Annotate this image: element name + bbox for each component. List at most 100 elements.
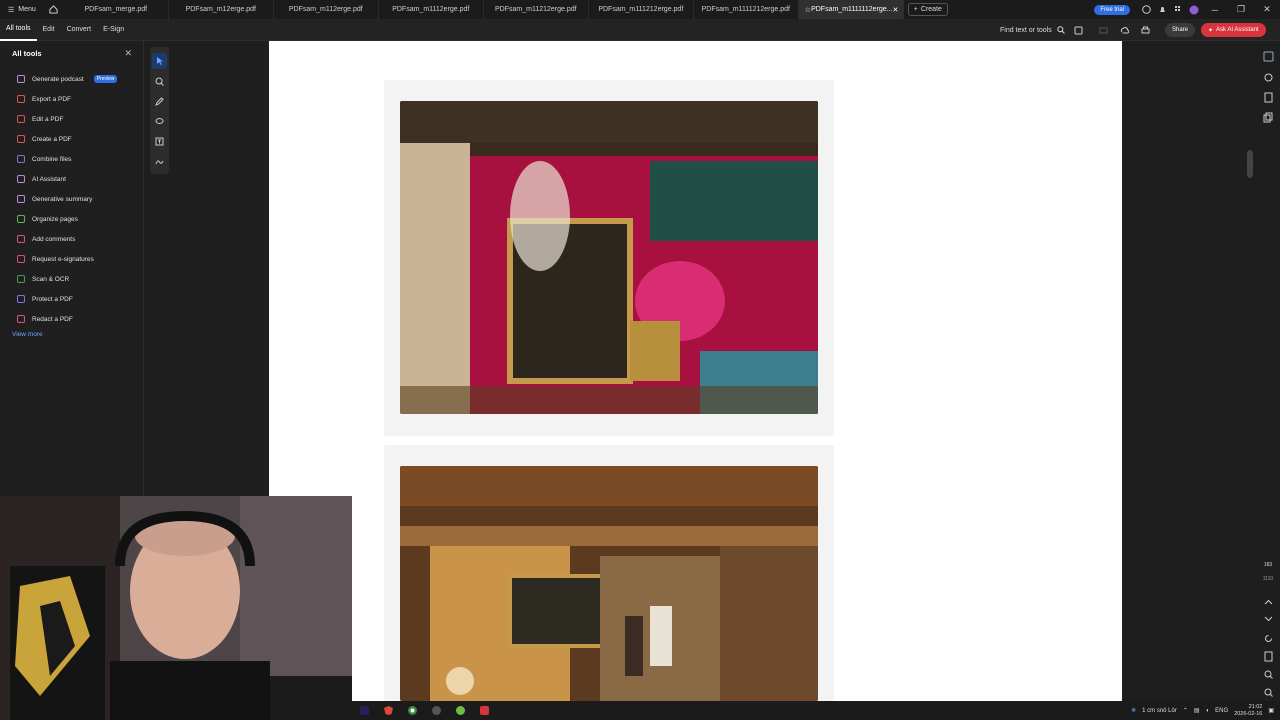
select-cursor-tool[interactable] <box>152 53 167 69</box>
tab-all-tools[interactable]: All tools <box>0 19 37 41</box>
find-text-or-tools[interactable]: Find text or tools <box>1000 19 1065 41</box>
sidebar-item[interactable]: Organize pages <box>0 209 143 229</box>
document-tab[interactable]: PDFsam_m12erge.pdf <box>169 0 274 19</box>
tab-edit[interactable]: Edit <box>37 19 61 41</box>
bell-icon[interactable] <box>1154 0 1170 19</box>
print-icon[interactable] <box>1136 19 1154 41</box>
disabled-icon <box>1094 19 1112 41</box>
create-pdf-icon <box>17 135 25 143</box>
sidebar-item[interactable]: Add comments <box>0 229 143 249</box>
document-tab[interactable]: PDFsam_m1111212erge.pdf <box>694 0 799 19</box>
comment-panel-icon[interactable] <box>1263 49 1274 62</box>
sidebar-item[interactable]: Create a PDF <box>0 129 143 149</box>
sidebar-item-label: Add comments <box>32 235 76 243</box>
create-tab-button[interactable]: + Create <box>907 3 948 16</box>
sidebar-item[interactable]: Scan & OCR <box>0 269 143 289</box>
lasso-tool[interactable] <box>152 113 167 129</box>
acrobat-taskbar-icon[interactable] <box>472 701 496 720</box>
apps-grid-icon[interactable] <box>1170 0 1186 19</box>
view-more-link[interactable]: View more <box>0 331 143 338</box>
sidebar-item[interactable]: Generative summary <box>0 189 143 209</box>
free-trial-button[interactable]: Free trial <box>1094 4 1130 15</box>
avatar[interactable] <box>1186 0 1202 19</box>
sidebar-item-label: Request e-signatures <box>32 255 94 263</box>
brave-taskbar-icon[interactable] <box>376 701 400 720</box>
network-icon[interactable]: ▤ <box>1194 707 1200 714</box>
page-down-icon[interactable] <box>1263 611 1274 622</box>
help-icon[interactable] <box>1138 0 1154 19</box>
sidebar-item-label: Combine files <box>32 155 72 163</box>
home-button[interactable] <box>44 0 64 19</box>
app-taskbar-icon[interactable] <box>448 701 472 720</box>
chevron-up-icon[interactable]: ⌃ <box>1183 707 1188 714</box>
sidebar-title: All tools <box>12 49 42 58</box>
document-tab-active[interactable]: ☆ PDFsam_m1111112erge... ✕ <box>798 0 904 19</box>
share-button[interactable]: Share <box>1165 23 1196 37</box>
volume-icon[interactable]: ◖ <box>1206 708 1210 714</box>
combine-files-icon <box>17 155 25 163</box>
edit-pdf-icon <box>17 115 25 123</box>
signature-icon <box>155 159 164 164</box>
ask-ai-assistant-button[interactable]: ✦ Ask AI Assistant <box>1201 23 1266 37</box>
notification-icon[interactable]: ▣ <box>1268 707 1274 714</box>
maximize-button[interactable]: ❐ <box>1228 0 1254 19</box>
sidebar-item[interactable]: Redact a PDF <box>0 309 143 329</box>
document-tab[interactable]: PDFsam_m112erge.pdf <box>274 0 379 19</box>
document-tab[interactable]: PDFsam_m11212erge.pdf <box>484 0 589 19</box>
sidebar-item[interactable]: Combine files <box>0 149 143 169</box>
zoom-tool[interactable] <box>152 73 167 89</box>
document-tab[interactable]: PDFsam_merge.pdf <box>64 0 169 19</box>
page-number-indicator[interactable]: 183 1110 <box>1261 562 1275 582</box>
protect-icon <box>17 295 25 303</box>
sign-tool[interactable] <box>152 153 167 169</box>
lasso-icon <box>155 117 164 124</box>
sidebar-item[interactable]: Protect a PDF <box>0 289 143 309</box>
upload-cloud-icon[interactable] <box>1115 19 1133 41</box>
tools-icon[interactable] <box>1069 19 1087 41</box>
tab-convert[interactable]: Convert <box>61 19 98 41</box>
premiere-taskbar-icon[interactable] <box>352 701 376 720</box>
photo-red-salon <box>400 101 818 414</box>
close-icon[interactable]: ✕ <box>124 48 132 59</box>
quick-tools-palette <box>150 47 169 174</box>
webcam-overlay <box>0 496 352 720</box>
chrome-taskbar-icon[interactable] <box>400 701 424 720</box>
document-tab[interactable]: PDFsam_m1112erge.pdf <box>379 0 484 19</box>
zoom-in-icon <box>155 77 164 86</box>
tab-esign[interactable]: E-Sign <box>97 19 130 41</box>
copy-panel-icon[interactable] <box>1263 110 1274 123</box>
page-up-icon[interactable] <box>1263 595 1274 606</box>
lang-indicator[interactable]: ENG <box>1215 708 1228 714</box>
close-window-button[interactable]: ✕ <box>1254 0 1280 19</box>
organize-pages-icon <box>17 215 25 223</box>
plus-icon: + <box>913 6 918 13</box>
menu-button[interactable]: ☰ Menu <box>0 0 44 19</box>
zoom-out-icon[interactable] <box>1263 685 1274 697</box>
comment-icon <box>17 235 25 243</box>
obs-taskbar-icon[interactable] <box>424 701 448 720</box>
document-tab[interactable]: PDFsam_m111212erge.pdf <box>589 0 694 19</box>
close-tab-icon[interactable]: ✕ <box>893 6 899 14</box>
clock[interactable]: 21:02 2026-02-16 <box>1234 704 1262 718</box>
scan-icon <box>17 275 25 283</box>
minimize-button[interactable]: ─ <box>1202 0 1228 19</box>
draw-tool[interactable] <box>152 93 167 109</box>
settings-panel-icon[interactable] <box>1263 70 1274 82</box>
zoom-in-icon[interactable] <box>1263 667 1274 679</box>
sidebar-item[interactable]: Export a PDF <box>0 89 143 109</box>
photo-gilded-hall-image <box>400 466 818 701</box>
main-toolbar: All tools Edit Convert E-Sign Find text … <box>0 19 1280 41</box>
ai-assistant-icon <box>17 175 25 183</box>
sidebar-item-label: Generative summary <box>32 195 93 203</box>
text-box-tool[interactable] <box>152 133 167 149</box>
sidebar-item[interactable]: Edit a PDF <box>0 109 143 129</box>
pencil-icon <box>155 96 164 106</box>
rotate-icon[interactable] <box>1263 631 1274 642</box>
sidebar-item[interactable]: Request e-signatures <box>0 249 143 269</box>
page-fit-icon[interactable] <box>1263 649 1274 662</box>
bookmark-panel-icon[interactable] <box>1263 90 1274 103</box>
sidebar-item[interactable]: Generate podcast Preview <box>0 69 143 89</box>
document-scrollbar[interactable] <box>1247 150 1253 178</box>
sidebar-item[interactable]: AI Assistant <box>0 169 143 189</box>
weather-text[interactable]: 1 cm snö Lör <box>1142 708 1177 714</box>
